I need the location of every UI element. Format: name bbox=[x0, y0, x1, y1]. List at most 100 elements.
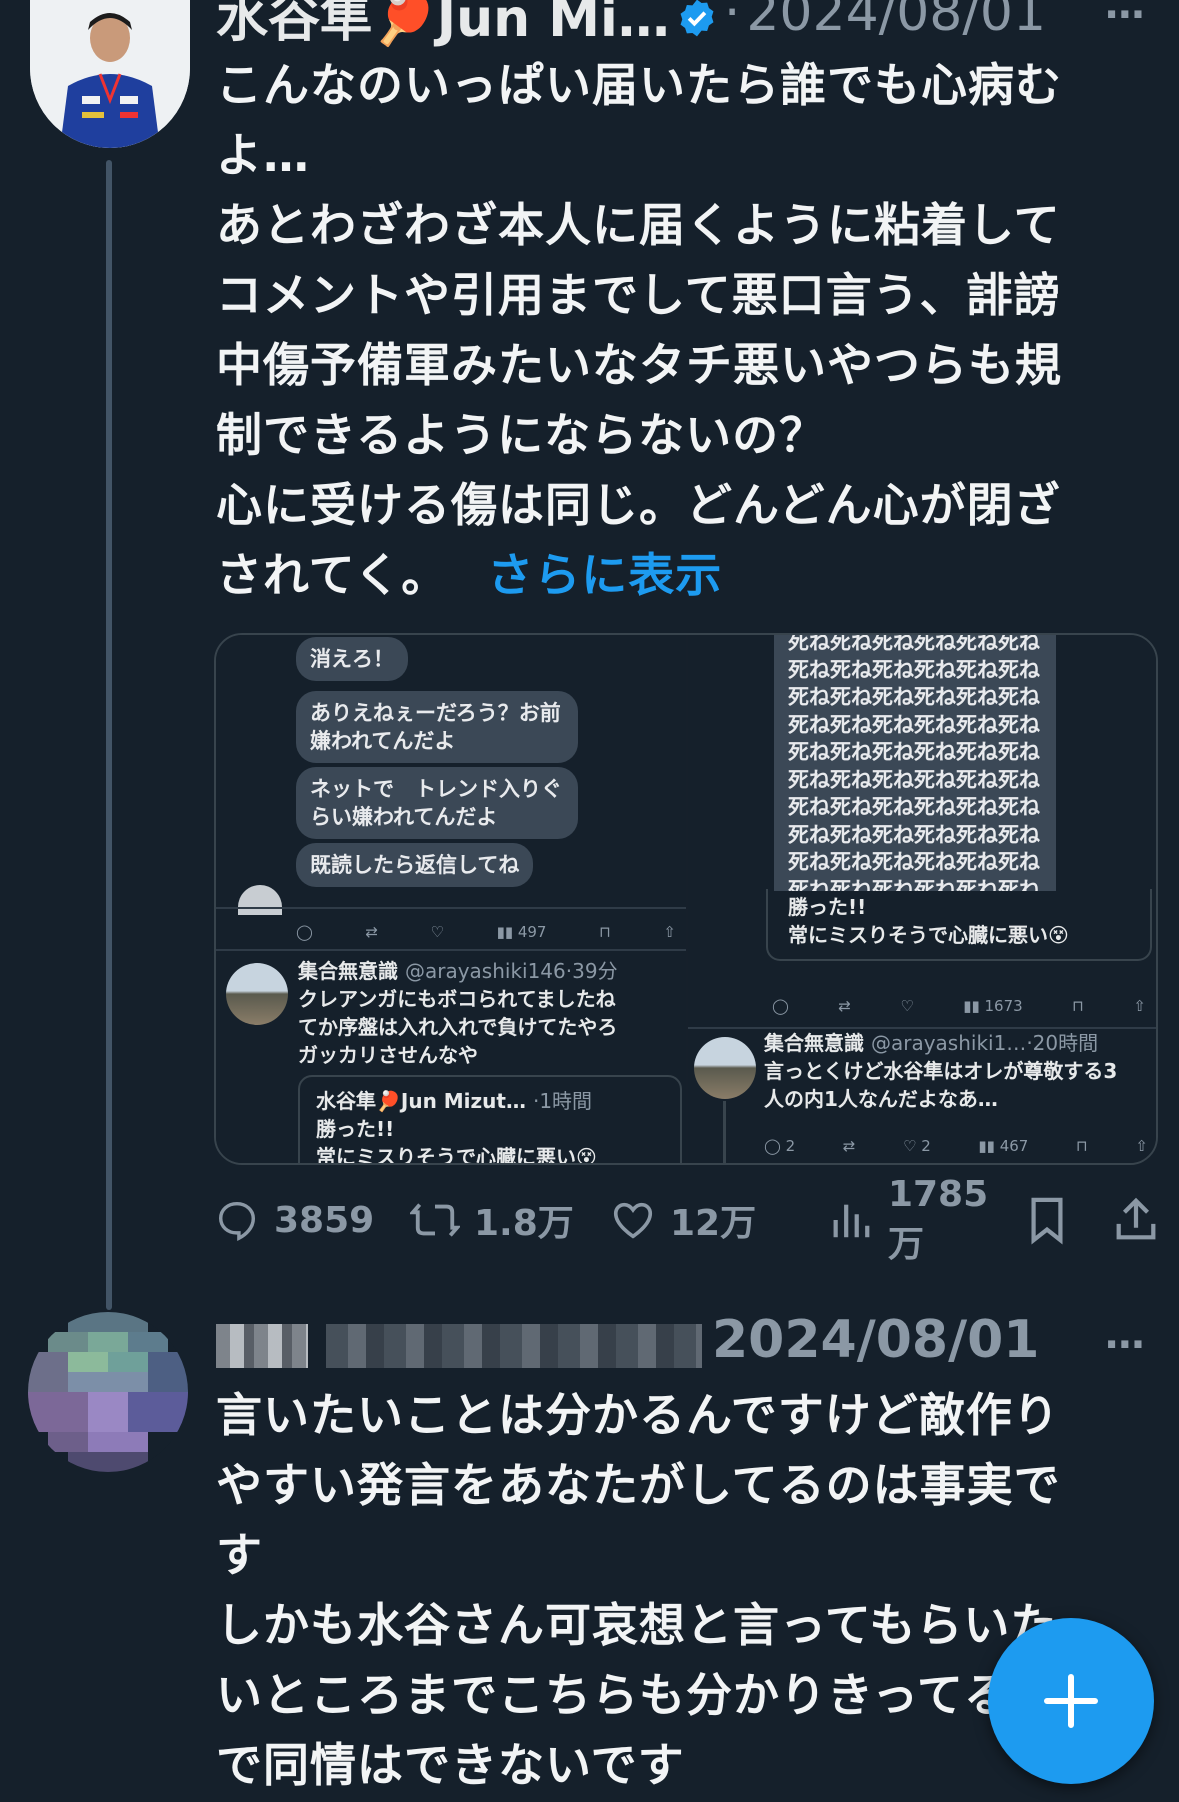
spam-line: 死ね死ね死ね死ね死ね死ね bbox=[788, 712, 1040, 737]
profile-photo-icon bbox=[30, 0, 190, 148]
media-image[interactable]: 消えろ！ ありえねぇーだろう？お前 嫌われてんだよ ネットで トレンド入りぐ ら… bbox=[214, 633, 1158, 1165]
more-options-icon[interactable]: ··· bbox=[1104, 1322, 1146, 1368]
nested-quote: 水谷隼🏓Jun Mizut… ·1時間 勝った!! 常にミスりそうで心臓に悪い😵 bbox=[298, 1075, 682, 1163]
quote-line: ガッカリさせんなや bbox=[298, 1043, 478, 1067]
chat-bubble: 消えろ！ bbox=[296, 637, 408, 681]
reply-icon: ◯ bbox=[772, 997, 789, 1015]
quote-line: てか序盤は入れ入れで負けてたやろ bbox=[298, 1015, 618, 1039]
tweet-line: こんなのいっぱい届いたら誰でも心病む bbox=[216, 58, 1062, 112]
avatar-fragment bbox=[238, 885, 282, 915]
chat-bubble: 既読したら返信してね bbox=[296, 843, 534, 887]
views-value: 497 bbox=[517, 923, 547, 941]
share-icon: ⇧ bbox=[1133, 997, 1146, 1015]
views-count: ▮▮ 467 bbox=[978, 1137, 1029, 1155]
bookmark-icon bbox=[1031, 1197, 1063, 1245]
timestamp[interactable]: 2024/08/01 bbox=[712, 1310, 1039, 1370]
blurred-handle bbox=[326, 1324, 702, 1368]
reply-button[interactable]: 3859 bbox=[214, 1197, 410, 1243]
like-count: 12万 bbox=[670, 1203, 757, 1244]
timestamp[interactable]: 2024/08/01 bbox=[746, 0, 1046, 43]
plus-icon bbox=[1044, 1674, 1098, 1728]
share-button[interactable] bbox=[1112, 1195, 1160, 1245]
views-button[interactable]: 1785万 bbox=[828, 1174, 1024, 1267]
spam-rows: 死ね死ね死ね死ね死ね死ね 死ね死ね死ね死ね死ね死ね 死ね死ね死ね死ね死ね死ね 死ね死ね… bbox=[774, 633, 1056, 891]
tweet-line: で同情はできないです bbox=[216, 1738, 685, 1792]
tweet-line: よ… bbox=[216, 128, 310, 182]
reply-header: 集合無意識 @arayashiki1…·20時間 bbox=[764, 1031, 1099, 1055]
reply-avatar bbox=[694, 1037, 756, 1099]
avatar[interactable] bbox=[30, 0, 190, 148]
bookmark-icon: ⊓ bbox=[1076, 1137, 1088, 1155]
share-icon bbox=[1116, 1197, 1156, 1240]
spam-line: 死ね死ね死ね死ね死ね死ね bbox=[788, 657, 1040, 682]
mini-action-bar: ◯ 2 ⇄ ♡ 2 ▮▮ 467 ⊓ ⇧ bbox=[764, 1131, 1148, 1161]
views-value: 1673 bbox=[984, 997, 1023, 1015]
tweet-line: しかも水谷さん可哀想と言ってもらいた bbox=[216, 1598, 1058, 1652]
display-name[interactable]: 水谷隼🏓Jun Mi… bbox=[216, 0, 670, 51]
like-icon: ♡ bbox=[430, 923, 444, 941]
tweet-line-last: されてく。 さらに表示 bbox=[216, 540, 1062, 610]
embedded-quote: 勝った!! 常にミスりそうで心臓に悪い😵 bbox=[766, 889, 1152, 961]
spam-line: 死ね死ね死ね死ね死ね死ね bbox=[788, 685, 1040, 709]
nested-quote-time: 1時間 bbox=[539, 1089, 593, 1113]
retweet-count: 1.8万 bbox=[474, 1203, 574, 1244]
like-count: ♡ 2 bbox=[903, 1137, 931, 1155]
embedded-quote-line: 常にミスりそうで心臓に悪い😵 bbox=[788, 923, 1069, 947]
tweet-line: コメントや引用までして悪口言う、誹謗 bbox=[216, 268, 1061, 322]
reply-line: 人の内1人なんだよなあ… bbox=[764, 1087, 998, 1111]
tweet-line: す bbox=[216, 1528, 263, 1582]
compose-button[interactable] bbox=[988, 1618, 1154, 1784]
tweet-line: 中傷予備軍みたいなタチ悪いやつらも規 bbox=[216, 338, 1062, 392]
reply-line: 言っとくけど水谷隼はオレが尊敬する3 bbox=[764, 1059, 1118, 1083]
divider bbox=[216, 949, 686, 951]
reply-time: 20時間 bbox=[1032, 1031, 1099, 1055]
quote-time: 39分 bbox=[572, 959, 618, 983]
tweet-action-bar: 3859 1.8万 12万 1785万 bbox=[214, 1174, 1164, 1265]
retweet-button[interactable]: 1.8万 bbox=[410, 1194, 610, 1246]
views-count: ▮▮ 1673 bbox=[963, 997, 1022, 1015]
spam-line: 死ね死ね死ね死ね死ね死ね bbox=[788, 633, 1040, 654]
reply-thread-line bbox=[723, 1101, 726, 1163]
reply-tweet: 集合無意識 @arayashiki1…·20時間 言っとくけど水谷隼はオレが尊敬… bbox=[764, 1029, 1148, 1113]
spam-line: 死ね死ね死ね死ね死ね死ね bbox=[788, 822, 1040, 847]
reply-name: 集合無意識 bbox=[764, 1031, 864, 1055]
retweet-icon: ⇄ bbox=[365, 923, 378, 941]
avatar[interactable] bbox=[28, 1312, 188, 1472]
heart-icon bbox=[613, 1202, 653, 1239]
blurred-display-name bbox=[216, 1324, 308, 1368]
spam-line: 死ね死ね死ね死ね死ね死ね bbox=[788, 795, 1040, 819]
views-count: 1785万 bbox=[887, 1173, 989, 1265]
spam-message-block: 死ね死ね死ね死ね死ね死ね 死ね死ね死ね死ね死ね死ね 死ね死ね死ね死ね死ね死ね 死ね死ね… bbox=[774, 633, 1056, 891]
reply-handle: @arayashiki1… bbox=[870, 1031, 1027, 1055]
chat-bubble: ネットで トレンド入りぐ らい嫌われてんだよ bbox=[296, 767, 578, 839]
tweet-line: 言いたいことは分かるんですけど敵作り bbox=[216, 1388, 1060, 1442]
bookmark-button[interactable] bbox=[1024, 1195, 1112, 1245]
tweet-line: いところまでこちらも分かりきってるの bbox=[216, 1668, 1058, 1722]
spam-line: 死ね死ね死ね死ね死ね死ね bbox=[788, 767, 1040, 792]
bookmark-icon: ⊓ bbox=[1072, 997, 1084, 1015]
more-options-icon[interactable]: ··· bbox=[1104, 0, 1146, 38]
verified-badge-icon bbox=[676, 0, 718, 37]
tweet-line: されてく。 bbox=[216, 548, 449, 602]
tweet-line: 心に受ける傷は同じ。どんどん心が閉ざ bbox=[216, 478, 1061, 532]
tweet-header: 水谷隼🏓Jun Mi… · 2024/08/01 bbox=[216, 0, 1046, 51]
quote-tweet: 集合無意識 @arayashiki146·39分 クレアンガにもボコられてました… bbox=[298, 957, 678, 1069]
mini-action-bar: ◯ ⇄ ♡ ▮▮ 497 ⊓ ⇧ bbox=[296, 917, 676, 947]
pixelated-avatar-icon bbox=[28, 1312, 188, 1472]
divider bbox=[216, 907, 686, 909]
embedded-quote-line: 勝った!! bbox=[788, 895, 867, 919]
retweet-icon: ⇄ bbox=[838, 997, 851, 1015]
reply-icon bbox=[218, 1201, 256, 1242]
share-icon: ⇧ bbox=[663, 923, 676, 941]
quote-name: 集合無意識 bbox=[298, 959, 398, 983]
thread-line bbox=[106, 160, 112, 1310]
show-more-link[interactable]: さらに表示 bbox=[487, 548, 722, 602]
mini-action-bar: ◯ ⇄ ♡ ▮▮ 1673 ⊓ ⇧ bbox=[772, 991, 1146, 1021]
reply-icon: ◯ bbox=[296, 923, 313, 941]
like-button[interactable]: 12万 bbox=[610, 1194, 828, 1246]
retweet-icon: ⇄ bbox=[842, 1137, 856, 1155]
tweet-text: 言いたいことは分かるんですけど敵作り やすい発言をあなたがしてるのは事実で す … bbox=[216, 1380, 1061, 1800]
tweet-text: こんなのいっぱい届いたら誰でも心病む よ… あとわざわざ本人に届くように粘着して… bbox=[216, 50, 1062, 610]
quote-line: クレアンガにもボコられてましたね bbox=[298, 987, 616, 1011]
quote-handle: @arayashiki146 bbox=[404, 959, 566, 983]
